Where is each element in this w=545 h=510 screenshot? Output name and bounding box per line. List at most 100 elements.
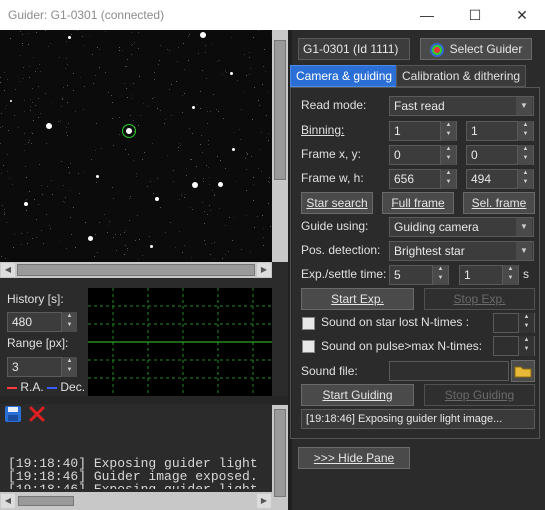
save-log-icon[interactable]	[4, 405, 22, 423]
chevron-down-icon: ▼	[516, 242, 532, 260]
scroll-left-icon[interactable]: ◀	[1, 263, 15, 277]
stop-guiding-button[interactable]: Stop Guiding	[424, 384, 535, 406]
guiding-graph	[88, 288, 272, 396]
frame-y-spinner[interactable]: ▲ ▼	[517, 145, 533, 165]
read-mode-label: Read mode:	[301, 98, 367, 112]
exp-settle-label: Exp./settle time:	[301, 267, 387, 281]
full-frame-button[interactable]: Full frame	[382, 192, 454, 214]
ra-legend-swatch	[7, 386, 17, 389]
dec-legend-label: Dec.	[60, 380, 86, 394]
tab-camera-guiding[interactable]: Camera & guiding	[290, 65, 399, 87]
stop-exposure-button[interactable]: Stop Exp.	[424, 288, 535, 310]
window-title: Guider: G1-0301 (connected)	[8, 8, 165, 22]
folder-icon[interactable]	[511, 360, 535, 382]
sound-star-lost-label: Sound on star lost N-times :	[321, 315, 470, 329]
horizontal-splitter[interactable]	[0, 396, 288, 404]
close-button[interactable]: ✕	[499, 0, 545, 30]
guider-device-field: G1-0301 (Id 1111)	[298, 38, 410, 60]
sound-star-lost-spinner[interactable]: ▲ ▼	[518, 313, 534, 333]
read-mode-value: Fast read	[394, 99, 445, 113]
guider-image-view[interactable]	[0, 30, 272, 262]
star	[230, 72, 233, 75]
log-vertical-scroll-thumb[interactable]	[274, 409, 286, 497]
star	[155, 197, 159, 201]
frame-x-spinner[interactable]: ▲ ▼	[440, 145, 456, 165]
history-label: History [s]:	[7, 292, 64, 306]
start-guiding-button[interactable]: Start Guiding	[301, 384, 414, 406]
settle-time-spinner[interactable]: ▲ ▼	[502, 265, 518, 285]
star	[192, 182, 198, 188]
binning-x-spinner[interactable]: ▲ ▼	[440, 121, 456, 141]
pos-detection-select[interactable]: Brightest star ▼	[389, 241, 534, 261]
read-mode-select[interactable]: Fast read ▼	[389, 96, 534, 116]
frame-xy-label: Frame x, y:	[301, 147, 362, 161]
star	[232, 148, 235, 151]
sound-file-label: Sound file:	[301, 364, 358, 378]
log-horizontal-scrollbar[interactable]: ◀ ▶	[0, 492, 272, 510]
select-guider-button[interactable]: Select Guider	[420, 38, 532, 60]
log-line: [19:18:46] Exposing guider light	[8, 483, 270, 489]
guiding-graph-grid	[88, 288, 272, 396]
star	[10, 100, 12, 102]
frame-h-spinner[interactable]: ▲ ▼	[517, 169, 533, 189]
exp-time-spinner[interactable]: ▲ ▼	[432, 265, 448, 285]
start-exposure-button[interactable]: Start Exp.	[301, 288, 414, 310]
pos-detection-value: Brightest star	[394, 244, 465, 258]
graph-legend: R.A. Dec.	[7, 380, 85, 394]
image-horizontal-scrollbar[interactable]: ◀ ▶	[0, 262, 272, 278]
frame-wh-label: Frame w, h:	[301, 171, 364, 185]
frame-w-spinner[interactable]: ▲ ▼	[440, 169, 456, 189]
star	[96, 175, 99, 178]
guide-using-value: Guiding camera	[394, 220, 479, 234]
star-search-button[interactable]: Star search	[301, 192, 373, 214]
chevron-down-icon: ▼	[516, 97, 532, 115]
ra-legend-label: R.A.	[20, 380, 44, 394]
select-guider-label: Select Guider	[449, 42, 523, 56]
star	[218, 182, 223, 187]
tab-calibration-dithering[interactable]: Calibration & dithering	[396, 65, 527, 87]
minimize-button[interactable]: —	[404, 0, 450, 30]
log-horizontal-scroll-thumb[interactable]	[18, 496, 74, 506]
sound-star-lost-checkbox[interactable]	[302, 317, 315, 330]
star	[24, 202, 28, 206]
select-guider-icon	[429, 42, 444, 57]
scroll-right-icon[interactable]: ▶	[257, 263, 271, 277]
star	[192, 106, 195, 109]
sound-pulse-max-label: Sound on pulse>max N-times:	[321, 339, 483, 353]
settle-unit-label: s	[523, 267, 529, 281]
range-spinner[interactable]: ▲ ▼	[61, 357, 77, 377]
guide-star	[126, 128, 132, 134]
star	[88, 236, 93, 241]
star	[46, 123, 52, 129]
guide-using-select[interactable]: Guiding camera ▼	[389, 217, 534, 237]
maximize-button[interactable]: ☐	[452, 0, 498, 30]
sel-frame-button[interactable]: Sel. frame	[463, 192, 535, 214]
log-panel: [19:18:40] Exposing guider light [19:18:4…	[8, 431, 270, 489]
log-scroll-right-icon[interactable]: ▶	[257, 494, 271, 508]
image-vertical-scrollbar[interactable]	[272, 30, 288, 262]
binning-y-spinner[interactable]: ▲ ▼	[517, 121, 533, 141]
history-spinner[interactable]: ▲ ▼	[61, 312, 77, 332]
clear-log-icon[interactable]	[28, 405, 46, 423]
image-noise	[0, 30, 272, 262]
sound-file-input[interactable]	[389, 361, 509, 381]
title-bar: Guider: G1-0301 (connected) — ☐ ✕	[0, 0, 545, 30]
guider-client-area: ◀ ▶ History [s]: 480 ▲ ▼ Range [px]: 3 ▲ ▼…	[0, 30, 545, 510]
status-bar: [19:18:46] Exposing guider light image..…	[301, 409, 535, 429]
log-lines: [19:18:40] Exposing guider light [19:18:4…	[8, 457, 270, 489]
log-vertical-scrollbar[interactable]	[272, 405, 288, 510]
pos-detection-label: Pos. detection:	[301, 243, 381, 257]
image-horizontal-scroll-thumb[interactable]	[17, 264, 255, 276]
log-scroll-left-icon[interactable]: ◀	[1, 494, 15, 508]
star	[200, 32, 206, 38]
sound-pulse-max-spinner[interactable]: ▲ ▼	[518, 336, 534, 356]
star	[68, 36, 71, 39]
image-vertical-scroll-thumb[interactable]	[274, 40, 286, 180]
range-label: Range [px]:	[7, 336, 69, 350]
binning-label: Binning:	[301, 123, 345, 137]
sound-pulse-max-checkbox[interactable]	[302, 340, 315, 353]
dec-legend-swatch	[47, 386, 58, 389]
hide-pane-button[interactable]: >>> Hide Pane	[298, 447, 410, 469]
star	[150, 245, 153, 248]
chevron-down-icon: ▼	[516, 218, 532, 236]
